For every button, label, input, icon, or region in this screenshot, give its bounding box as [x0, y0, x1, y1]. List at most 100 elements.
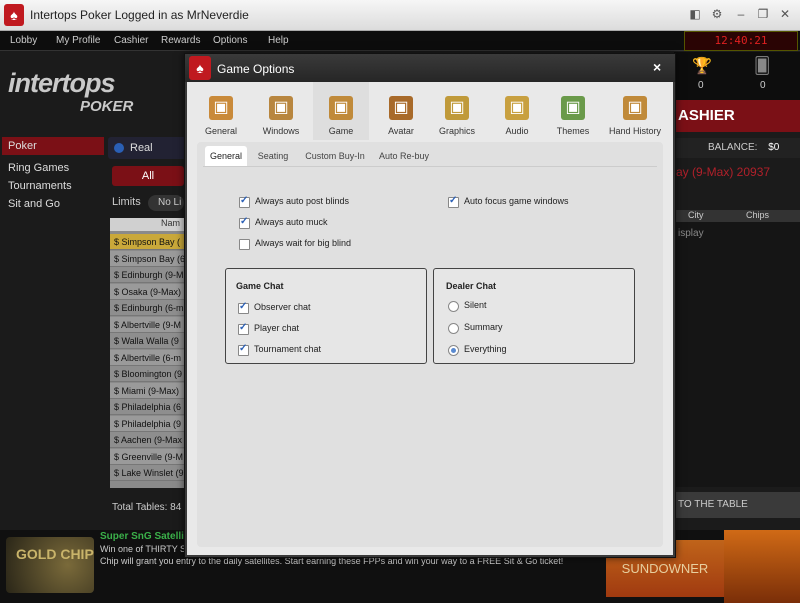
table-row[interactable]: $ Edinburgh (9-M	[110, 267, 184, 283]
balance-value: $0	[768, 142, 780, 153]
option-label: Tournament chat	[254, 344, 322, 354]
radio-button[interactable]	[448, 345, 459, 356]
table-row[interactable]: $ Philadelphia (6	[110, 399, 184, 415]
tab-general[interactable]: General	[205, 146, 247, 166]
category-themes[interactable]: ▣ Themes	[545, 82, 601, 140]
checkbox[interactable]	[448, 195, 459, 208]
brand-poker: POKER	[80, 98, 134, 115]
tab-auto-re-buy[interactable]: Auto Re-buy	[375, 146, 433, 166]
option-label: Always auto muck	[255, 217, 328, 227]
close-button[interactable]: ✕	[778, 7, 792, 21]
real-money-radio-icon	[114, 143, 124, 153]
menu-options[interactable]: Options	[213, 35, 247, 46]
balance-label: BALANCE:	[708, 142, 758, 153]
sidebar-item-sit-and-go[interactable]: Sit and Go	[2, 195, 104, 213]
sidebar-item-tournaments[interactable]: Tournaments	[2, 177, 104, 195]
balance-bar: BALANCE: $0	[674, 138, 800, 158]
layout-icon[interactable]: ◧	[688, 7, 702, 21]
table-row[interactable]: $ Philadelphia (9	[110, 415, 184, 432]
audio-icon: ▣	[505, 96, 529, 120]
table-row[interactable]: $ Bloomington (9	[110, 366, 184, 382]
sidebar-item-poker[interactable]: Poker	[2, 137, 104, 155]
table-row[interactable]: $ Albertville (6-m	[110, 349, 184, 366]
chips-column-header[interactable]: Chips	[746, 210, 769, 220]
option-label: Silent	[464, 300, 487, 310]
category-label: Game	[328, 126, 354, 136]
menu-cashier[interactable]: Cashier	[114, 35, 148, 46]
checkbox[interactable]	[238, 322, 249, 335]
option-label: Player chat	[254, 323, 300, 333]
table-row[interactable]: $ Miami (9-Max)	[110, 382, 184, 399]
table-row[interactable]: $ Simpson Bay (6	[110, 250, 184, 267]
category-avatar[interactable]: ▣ Avatar	[373, 82, 429, 140]
category-audio[interactable]: ▣ Audio	[489, 82, 545, 140]
dealer-chat-group: Dealer Chat Silent Summary Everything	[433, 268, 635, 364]
game-chat-title: Game Chat	[236, 281, 284, 291]
cashier-button[interactable]: ASHIER	[674, 100, 800, 132]
tab-seating[interactable]: Seating	[251, 146, 295, 166]
category-hand-history[interactable]: ▣ Hand History	[607, 82, 663, 140]
category-label: Windows	[262, 126, 300, 136]
table-row[interactable]: $ Aachen (9-Max	[110, 432, 184, 448]
category-graphics[interactable]: ▣ Graphics	[429, 82, 485, 140]
clock: 12:40:21	[684, 31, 798, 51]
no-limit-filter[interactable]: No Li	[148, 195, 184, 211]
table-row[interactable]: $ Greenville (9-M	[110, 448, 184, 465]
table-row[interactable]: $ Osaka (9-Max)	[110, 283, 184, 300]
menu-help[interactable]: Help	[268, 35, 289, 46]
game-options-dialog: ♠ Game Options × ▣ General ▣ Windows ▣ Game ▣ A…	[184, 53, 676, 558]
settings-icon[interactable]: ⚙	[710, 7, 724, 21]
checkbox[interactable]	[239, 239, 250, 250]
tab-custom-buy-in[interactable]: Custom Buy-In	[299, 146, 371, 166]
minimize-button[interactable]: –	[734, 7, 748, 21]
category-game[interactable]: ▣ Game	[313, 82, 369, 140]
category-label: General	[204, 126, 238, 136]
game-icon: ▣	[329, 96, 353, 120]
option-label: Auto focus game windows	[464, 196, 569, 206]
option-label: Observer chat	[254, 302, 311, 312]
menu-lobby[interactable]: Lobby	[10, 35, 37, 46]
checkbox[interactable]	[238, 343, 249, 356]
name-column-header[interactable]: Nam	[110, 218, 184, 231]
city-column-header[interactable]: City	[688, 210, 704, 220]
table-row[interactable]: $ Edinburgh (6-m	[110, 300, 184, 316]
hand-history-icon: ▣	[623, 96, 647, 120]
menu-bar: Lobby My Profile Cashier Rewards Options…	[0, 31, 800, 51]
table-row[interactable]: $ Simpson Bay (	[110, 234, 184, 250]
radio-button[interactable]	[448, 301, 459, 312]
options-panel: General Seating Custom Buy-In Auto Re-bu…	[197, 142, 663, 547]
menu-rewards[interactable]: Rewards	[161, 35, 200, 46]
themes-icon: ▣	[561, 96, 585, 120]
table-list: Nam $ Simpson Bay ($ Simpson Bay (6 $ Edi…	[110, 218, 184, 488]
promo-title[interactable]: Super SnG Satelli	[100, 531, 184, 542]
table-row[interactable]: $ Walla Walla (9	[110, 333, 184, 349]
maximize-button[interactable]: ❐	[756, 7, 770, 21]
category-windows[interactable]: ▣ Windows	[253, 82, 309, 140]
real-money-toggle[interactable]: Real money	[108, 137, 184, 176]
gold-chip-logo: GOLD CHIP	[6, 537, 94, 593]
menu-my-profile[interactable]: My Profile	[56, 35, 100, 46]
dialog-close-button[interactable]: ×	[653, 59, 661, 75]
brand-name: intertops	[8, 68, 116, 98]
table-row[interactable]: $ Lake Winslet (9	[110, 465, 184, 481]
player-list: isplay	[674, 222, 800, 487]
selected-table-title: ay (9-Max) 20937	[676, 165, 771, 179]
option-label: Always auto post blinds	[255, 196, 350, 206]
category-general[interactable]: ▣ General	[193, 82, 249, 140]
dialog-title: Game Options	[217, 62, 295, 76]
total-tables: Total Tables: 84	[112, 502, 182, 513]
trophy-icon: 🏆	[692, 58, 712, 75]
checkbox[interactable]	[239, 195, 250, 208]
dealer-chat-title: Dealer Chat	[446, 281, 497, 291]
go-to-table-button[interactable]: TO THE TABLE	[674, 492, 800, 518]
table-row[interactable]: $ Albertville (9-M	[110, 316, 184, 333]
category-label: Audio	[505, 126, 529, 136]
dialog-titlebar: ♠ Game Options ×	[185, 54, 675, 82]
option-label: Summary	[464, 322, 503, 332]
checkbox[interactable]	[239, 216, 250, 229]
sidebar-item-ring-games[interactable]: Ring Games	[2, 159, 104, 177]
radio-button[interactable]	[448, 323, 459, 334]
cards-icon: 🂠	[754, 58, 771, 75]
checkbox[interactable]	[238, 301, 249, 314]
all-button[interactable]: All	[112, 166, 184, 186]
